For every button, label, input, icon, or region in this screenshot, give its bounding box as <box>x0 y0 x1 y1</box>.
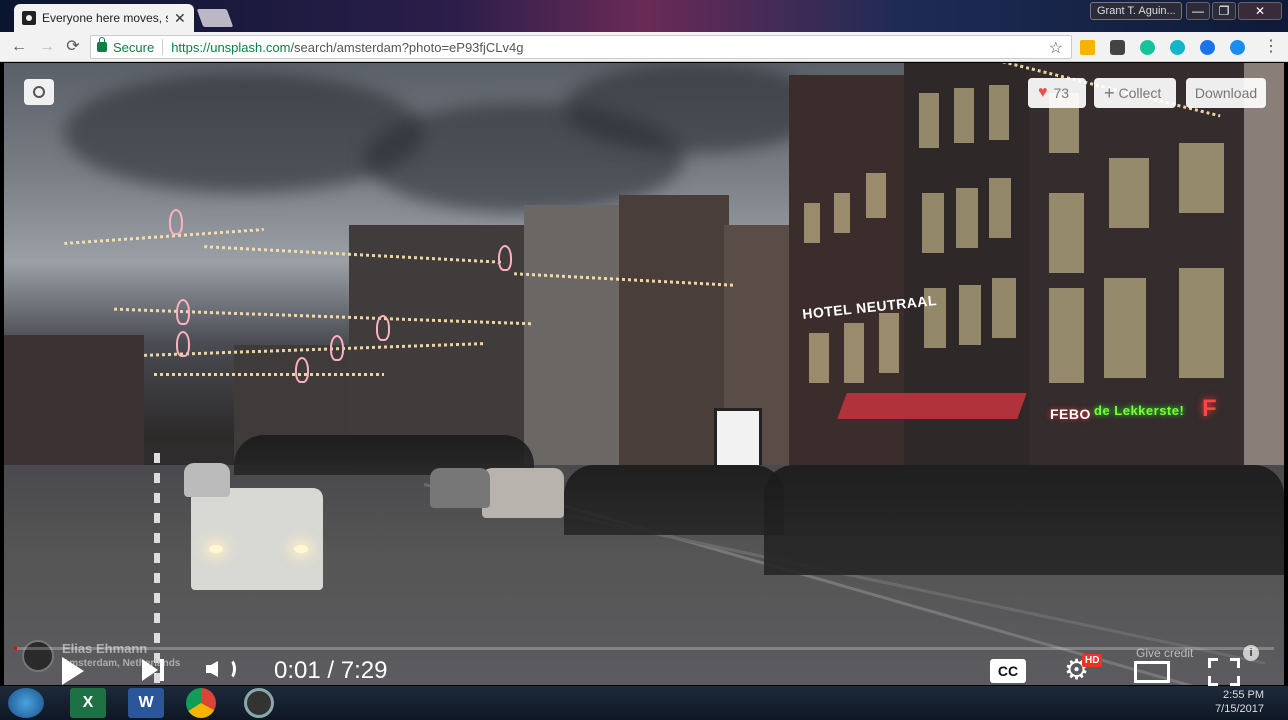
window-minimize-button[interactable]: — <box>1186 2 1210 20</box>
bookmark-star-icon[interactable]: ☆ <box>1049 38 1063 58</box>
play-button[interactable] <box>62 657 84 685</box>
theater-mode-button[interactable] <box>1134 661 1170 683</box>
media-player-icon[interactable] <box>244 688 274 718</box>
lock-icon <box>97 37 107 52</box>
fullscreen-button[interactable] <box>1208 658 1240 686</box>
forward-button[interactable]: → <box>38 38 56 56</box>
extension-toggle-icon[interactable] <box>1230 40 1245 55</box>
camera-icon[interactable] <box>24 79 54 105</box>
video-time: 0:01 / 7:29 <box>274 657 388 684</box>
volume-icon[interactable] <box>206 661 218 677</box>
secure-label: Secure <box>113 39 155 55</box>
extension-refresh-icon[interactable] <box>1200 40 1215 55</box>
url-host: https://unsplash.com <box>171 39 291 55</box>
captions-button[interactable]: CC <box>990 659 1026 683</box>
plus-icon: + <box>1104 82 1115 103</box>
de-lekkerste-sign: de Lekkerste! <box>1094 403 1185 418</box>
address-divider <box>162 39 164 55</box>
like-button[interactable]: ♥ 73 <box>1028 78 1086 108</box>
reload-button[interactable]: ⟳ <box>64 38 82 56</box>
window-maximize-button[interactable]: ❐ <box>1212 2 1236 20</box>
volume-wave-icon <box>222 658 236 680</box>
extension-icon[interactable] <box>1080 40 1095 55</box>
window-close-button[interactable]: ✕ <box>1238 2 1282 20</box>
chrome-icon[interactable] <box>186 688 216 718</box>
febo-sign: FEBO <box>1050 406 1091 422</box>
grammarly-icon[interactable] <box>1140 40 1155 55</box>
pocket-icon[interactable] <box>1110 40 1125 55</box>
amsterdam-street-photo: HOTEL NEUTRAAL FEBO de Lekkerste! F ♥ 73 <box>4 63 1284 685</box>
url-path: /search/amsterdam?photo=eP93fjCLv4g <box>290 39 524 55</box>
clock-date: 7/15/2017 <box>1215 703 1264 715</box>
collect-button[interactable]: + Collect <box>1094 78 1176 108</box>
unsplash-favicon-icon <box>22 11 36 25</box>
tab-title: Everyone here moves, so <box>42 11 168 25</box>
like-count: 73 <box>1053 85 1070 101</box>
extension-m-icon[interactable] <box>1170 40 1185 55</box>
back-button[interactable]: ← <box>10 38 28 56</box>
excel-icon[interactable]: X <box>70 688 106 718</box>
tab-close-icon[interactable]: ✕ <box>174 10 186 27</box>
address-bar[interactable]: Secure https://unsplash.com /search/amst… <box>90 35 1072 59</box>
browser-tab[interactable]: Everyone here moves, so ✕ <box>14 4 194 32</box>
word-icon[interactable]: W <box>128 688 164 718</box>
collect-label: Collect <box>1118 85 1162 101</box>
f-neon-sign: F <box>1202 395 1218 422</box>
video-progress-fill <box>14 647 17 650</box>
next-button-bar <box>160 659 164 681</box>
clock-time: 2:55 PM <box>1223 689 1264 701</box>
browser-toolbar: ← → ⟳ Secure https://unsplash.com /searc… <box>0 32 1288 62</box>
profile-name-badge[interactable]: Grant T. Aguin... <box>1090 2 1182 20</box>
browser-tab-strip: Everyone here moves, so ✕ Grant T. Aguin… <box>0 0 1288 32</box>
hd-badge: HD <box>1082 654 1103 667</box>
next-button[interactable] <box>142 659 158 681</box>
heart-icon: ♥ <box>1038 84 1048 101</box>
download-button[interactable]: Download <box>1186 78 1266 108</box>
video-controls: 0:01 / 7:29 CC ⚙ HD <box>0 652 1288 686</box>
chrome-menu-icon[interactable]: ⋮ <box>1262 38 1280 56</box>
video-progress-bar[interactable] <box>14 647 1274 650</box>
new-tab-button[interactable] <box>196 9 234 27</box>
screen: Everyone here moves, so ✕ Grant T. Aguin… <box>0 0 1288 720</box>
windows-taskbar: X W 2:55 PM 7/15/2017 <box>0 686 1288 720</box>
taskbar-clock[interactable]: 2:55 PM 7/15/2017 <box>1215 688 1264 716</box>
start-icon[interactable] <box>8 688 44 718</box>
